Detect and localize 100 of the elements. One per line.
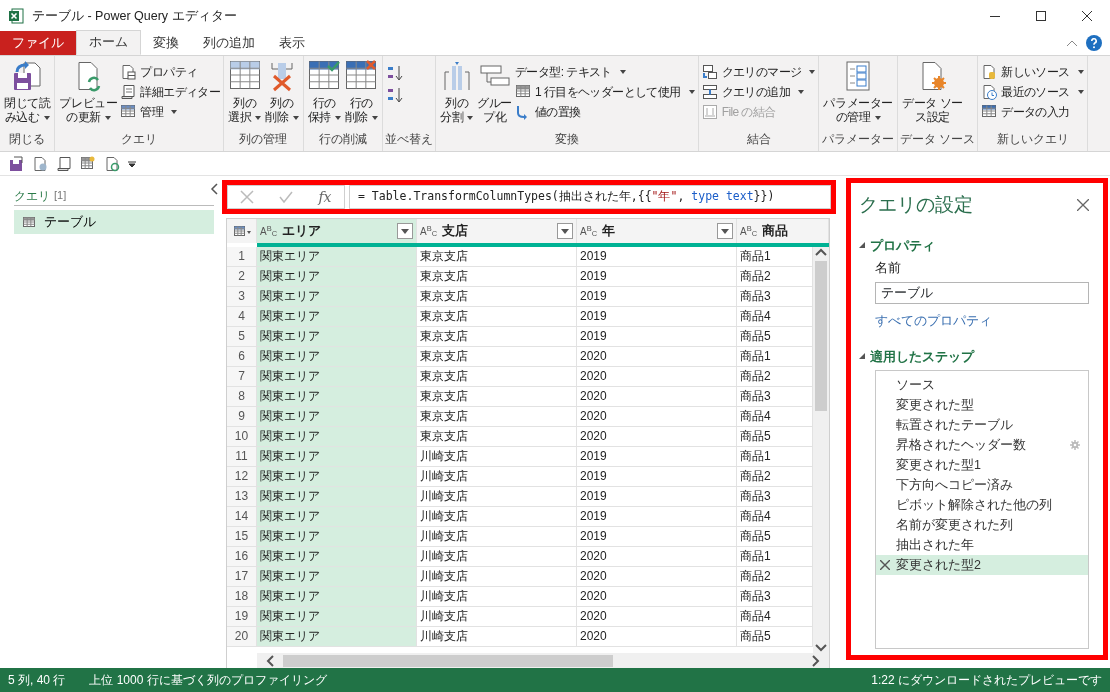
ribbon-button[interactable]: データ ソー ス設定 [900,58,965,126]
table-cell: 関東エリア [260,489,320,503]
ribbon-button[interactable]: 値の置換 [514,102,696,122]
append-icon [701,84,718,100]
table-cell: 川崎支店 [420,469,468,483]
table-cell: 関東エリア [260,269,320,283]
group-label: クエリ [121,133,158,146]
ribbon-button[interactable]: クエリの追加 [700,82,817,102]
document-refresh-icon [104,155,120,172]
table-cell: 川崎支店 [420,509,468,523]
table-cell: 商品5 [740,429,771,443]
expand-icon[interactable] [859,242,865,249]
table-icon [22,216,36,228]
step-item[interactable]: 名前が変更された列 [876,515,1088,535]
cancel-icon [240,190,255,204]
horizontal-scrollbar[interactable] [257,653,829,669]
row-number: 5 [238,329,245,343]
ribbon-button[interactable]: データ型: テキスト [514,62,696,82]
ribbon-button[interactable]: 最近のソース [980,82,1085,102]
expand-icon[interactable] [859,353,865,360]
ribbon-button[interactable]: 詳細エディター [119,82,222,102]
fx-label[interactable]: fx [318,186,332,208]
filter-button[interactable] [557,223,573,239]
filter-button[interactable] [717,223,733,239]
ribbon-button[interactable]: 行の 削除 [342,58,381,126]
query-item[interactable]: テーブル [14,210,214,234]
pane-title: クエリ [14,187,50,205]
step-item[interactable]: 昇格されたヘッダー数 [876,435,1088,455]
name-field[interactable]: テーブル [875,281,1089,304]
gear-icon [1070,440,1080,450]
step-item[interactable]: 転置されたテーブル [876,415,1088,435]
ribbon-button[interactable]: クエリのマージ [700,62,817,82]
table-cell: 2019 [580,449,607,463]
keep-rows-icon [308,60,341,92]
ribbon-button[interactable]: プロパティ [119,62,222,82]
ribbon-button[interactable]: プレビュー の更新 [57,58,120,126]
row-number: 19 [234,609,249,623]
table-cell: 商品2 [740,369,771,383]
step-item[interactable]: 下方向へコピー済み [876,475,1088,495]
ribbon-button[interactable]: 1 行目をヘッダーとして使用 [514,82,696,102]
ribbon-button[interactable]: 行の 保持 [305,58,343,126]
step-item[interactable]: ソース [876,375,1088,395]
column-header[interactable]: A$^{B}$$_{C}$ エリア [257,219,417,243]
step-item[interactable]: ピボット解除された他の列 [876,495,1088,515]
table-cell: 2019 [580,489,607,503]
group-label: 行の削減 [318,133,367,146]
table-cell: 東京支店 [420,389,468,403]
table-cell: 東京支店 [420,429,468,443]
table-cell: 商品5 [740,629,771,643]
properties-icon [32,155,48,172]
ribbon-tab[interactable]: 変換 [141,31,191,55]
scroll-thumb[interactable] [815,261,827,411]
vertical-scrollbar[interactable] [813,247,829,653]
excel-icon [8,8,24,24]
ribbon-tab[interactable]: 列の追加 [191,31,267,55]
table-cell: 関東エリア [260,509,320,523]
ribbon-button[interactable]: 列の 削除 [263,58,301,126]
table-cell: 商品1 [740,249,771,263]
table-cell: 2020 [580,369,607,383]
step-item[interactable]: 変更された型1 [876,455,1088,475]
ribbon-button[interactable]: 管理 [119,102,222,122]
table-cell: 関東エリア [260,609,320,623]
ribbon-button[interactable]: パラメーター の管理 [821,58,896,126]
table-cell: 商品2 [740,569,771,583]
ribbon-tab[interactable]: 表示 [267,31,317,55]
ribbon-button[interactable]: 閉じて読 み込む [2,58,53,126]
filter-button[interactable] [397,223,413,239]
step-item[interactable]: 変更された型2 [876,555,1088,575]
scroll-thumb[interactable] [283,655,613,667]
all-properties-link[interactable]: すべてのプロパティ [875,313,992,328]
table-cell: 関東エリア [260,289,320,303]
table-cell: 東京支店 [420,349,468,363]
ribbon-button[interactable]: 列の 選択 [226,58,264,126]
status-text: 1:22 にダウンロードされたプレビューです [871,672,1102,689]
table-cell: 東京支店 [420,409,468,423]
ribbon-button[interactable]: 列の 分割 [438,58,476,126]
status-text: 5 列, 40 行 [8,672,66,689]
ribbon-button[interactable]: データの入力 [980,102,1085,122]
table-cell: 2020 [580,609,607,623]
table-cell: 東京支店 [420,249,468,263]
table-cell: 商品5 [740,529,771,543]
row-number: 4 [238,309,245,323]
table-cell: 東京支店 [420,289,468,303]
delete-step-icon [880,560,890,570]
table-icon [80,155,96,172]
table-cell: 商品5 [740,329,771,343]
table-cell: 関東エリア [260,569,320,583]
close-button[interactable] [1077,199,1089,212]
ribbon-tab[interactable]: ファイル [0,31,76,55]
step-item[interactable]: 変更された型 [876,395,1088,415]
ribbon-tab[interactable]: ホーム [76,30,141,55]
step-item[interactable]: 抽出された年 [876,535,1088,555]
row-number: 9 [238,409,245,423]
new-source-icon [981,64,998,80]
table-cell: 商品1 [740,449,771,463]
ribbon-button[interactable]: グルー プ化 [475,58,515,126]
group-label: 並べ替え [385,133,434,146]
table-cell: 商品4 [740,409,771,423]
ribbon-button[interactable]: 新しいソース [980,62,1085,82]
table-cell: 2020 [580,409,607,423]
